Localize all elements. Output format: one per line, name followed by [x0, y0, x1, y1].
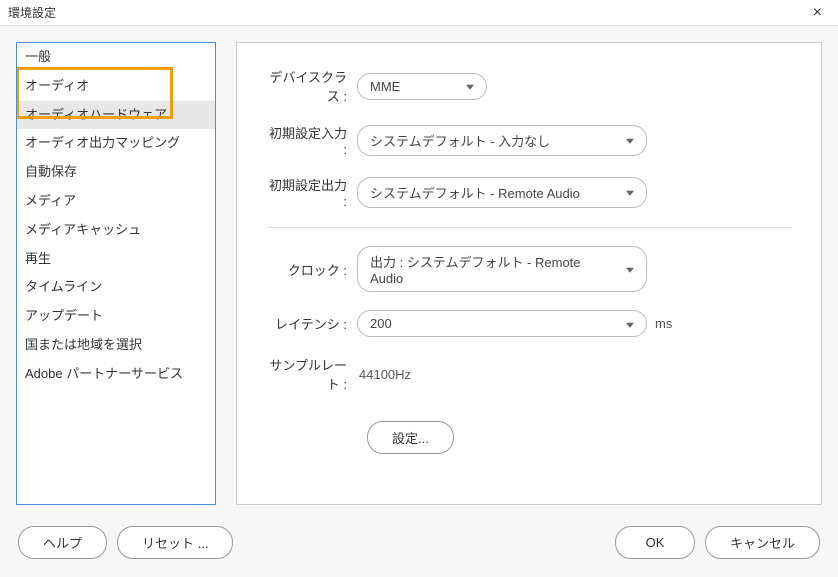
device-class-row: デバイスクラス : MME [267, 67, 791, 105]
default-input-dropdown[interactable]: システムデフォルト - 入力なし [357, 125, 647, 156]
clock-dropdown[interactable]: 出力 : システムデフォルト - Remote Audio [357, 246, 647, 292]
sidebar-item-region[interactable]: 国または地域を選択 [17, 331, 215, 360]
sidebar-item-media[interactable]: メディア [17, 187, 215, 216]
sidebar-item-autosave[interactable]: 自動保存 [17, 158, 215, 187]
reset-button[interactable]: リセット ... [117, 526, 233, 559]
latency-dropdown[interactable]: 200 [357, 310, 647, 337]
ok-button[interactable]: OK [615, 526, 695, 559]
footer: ヘルプ リセット ... OK キャンセル [0, 514, 838, 577]
main-panel: デバイスクラス : MME 初期設定入力 : システムデフォルト - 入力なし … [236, 42, 822, 505]
default-output-label: 初期設定出力 : [267, 175, 357, 209]
sidebar-item-playback[interactable]: 再生 [17, 245, 215, 274]
latency-unit: ms [655, 316, 672, 331]
default-output-value: システムデフォルト - Remote Audio [370, 183, 580, 202]
latency-value: 200 [370, 316, 392, 331]
footer-right: OK キャンセル [615, 526, 820, 559]
settings-button[interactable]: 設定... [367, 421, 454, 454]
sample-rate-value: 44100Hz [357, 367, 411, 382]
sidebar: 一般 オーディオ オーディオハードウェア オーディオ出力マッピング 自動保存 メ… [16, 42, 216, 505]
default-output-dropdown[interactable]: システムデフォルト - Remote Audio [357, 177, 647, 208]
latency-label: レイテンシ : [267, 314, 357, 333]
close-icon[interactable]: × [805, 4, 830, 22]
titlebar: 環境設定 × [0, 0, 838, 26]
default-output-row: 初期設定出力 : システムデフォルト - Remote Audio [267, 175, 791, 209]
help-button[interactable]: ヘルプ [18, 526, 107, 559]
device-class-dropdown[interactable]: MME [357, 73, 487, 100]
settings-button-row: 設定... [267, 421, 791, 454]
content-area: 一般 オーディオ オーディオハードウェア オーディオ出力マッピング 自動保存 メ… [0, 26, 838, 521]
sidebar-item-media-cache[interactable]: メディアキャッシュ [17, 216, 215, 245]
sample-rate-row: サンプルレート : 44100Hz [267, 355, 791, 393]
clock-row: クロック : 出力 : システムデフォルト - Remote Audio [267, 246, 791, 292]
device-class-label: デバイスクラス : [267, 67, 357, 105]
device-class-value: MME [370, 79, 400, 94]
sidebar-item-general[interactable]: 一般 [17, 43, 215, 72]
default-input-row: 初期設定入力 : システムデフォルト - 入力なし [267, 123, 791, 157]
footer-left: ヘルプ リセット ... [18, 526, 233, 559]
sidebar-item-update[interactable]: アップデート [17, 302, 215, 331]
window-title: 環境設定 [8, 4, 56, 21]
default-input-value: システムデフォルト - 入力なし [370, 131, 550, 150]
sidebar-item-audio-output-mapping[interactable]: オーディオ出力マッピング [17, 129, 215, 158]
sidebar-item-audio[interactable]: オーディオ [17, 72, 215, 101]
cancel-button[interactable]: キャンセル [705, 526, 820, 559]
clock-label: クロック : [267, 260, 357, 279]
sidebar-item-partner-services[interactable]: Adobe パートナーサービス [17, 360, 215, 389]
sample-rate-label: サンプルレート : [267, 355, 357, 393]
default-input-label: 初期設定入力 : [267, 123, 357, 157]
sidebar-item-timeline[interactable]: タイムライン [17, 273, 215, 302]
latency-row: レイテンシ : 200 ms [267, 310, 791, 337]
clock-value: 出力 : システムデフォルト - Remote Audio [370, 252, 616, 286]
sidebar-item-audio-hardware[interactable]: オーディオハードウェア [17, 101, 215, 130]
divider-1 [267, 227, 791, 228]
